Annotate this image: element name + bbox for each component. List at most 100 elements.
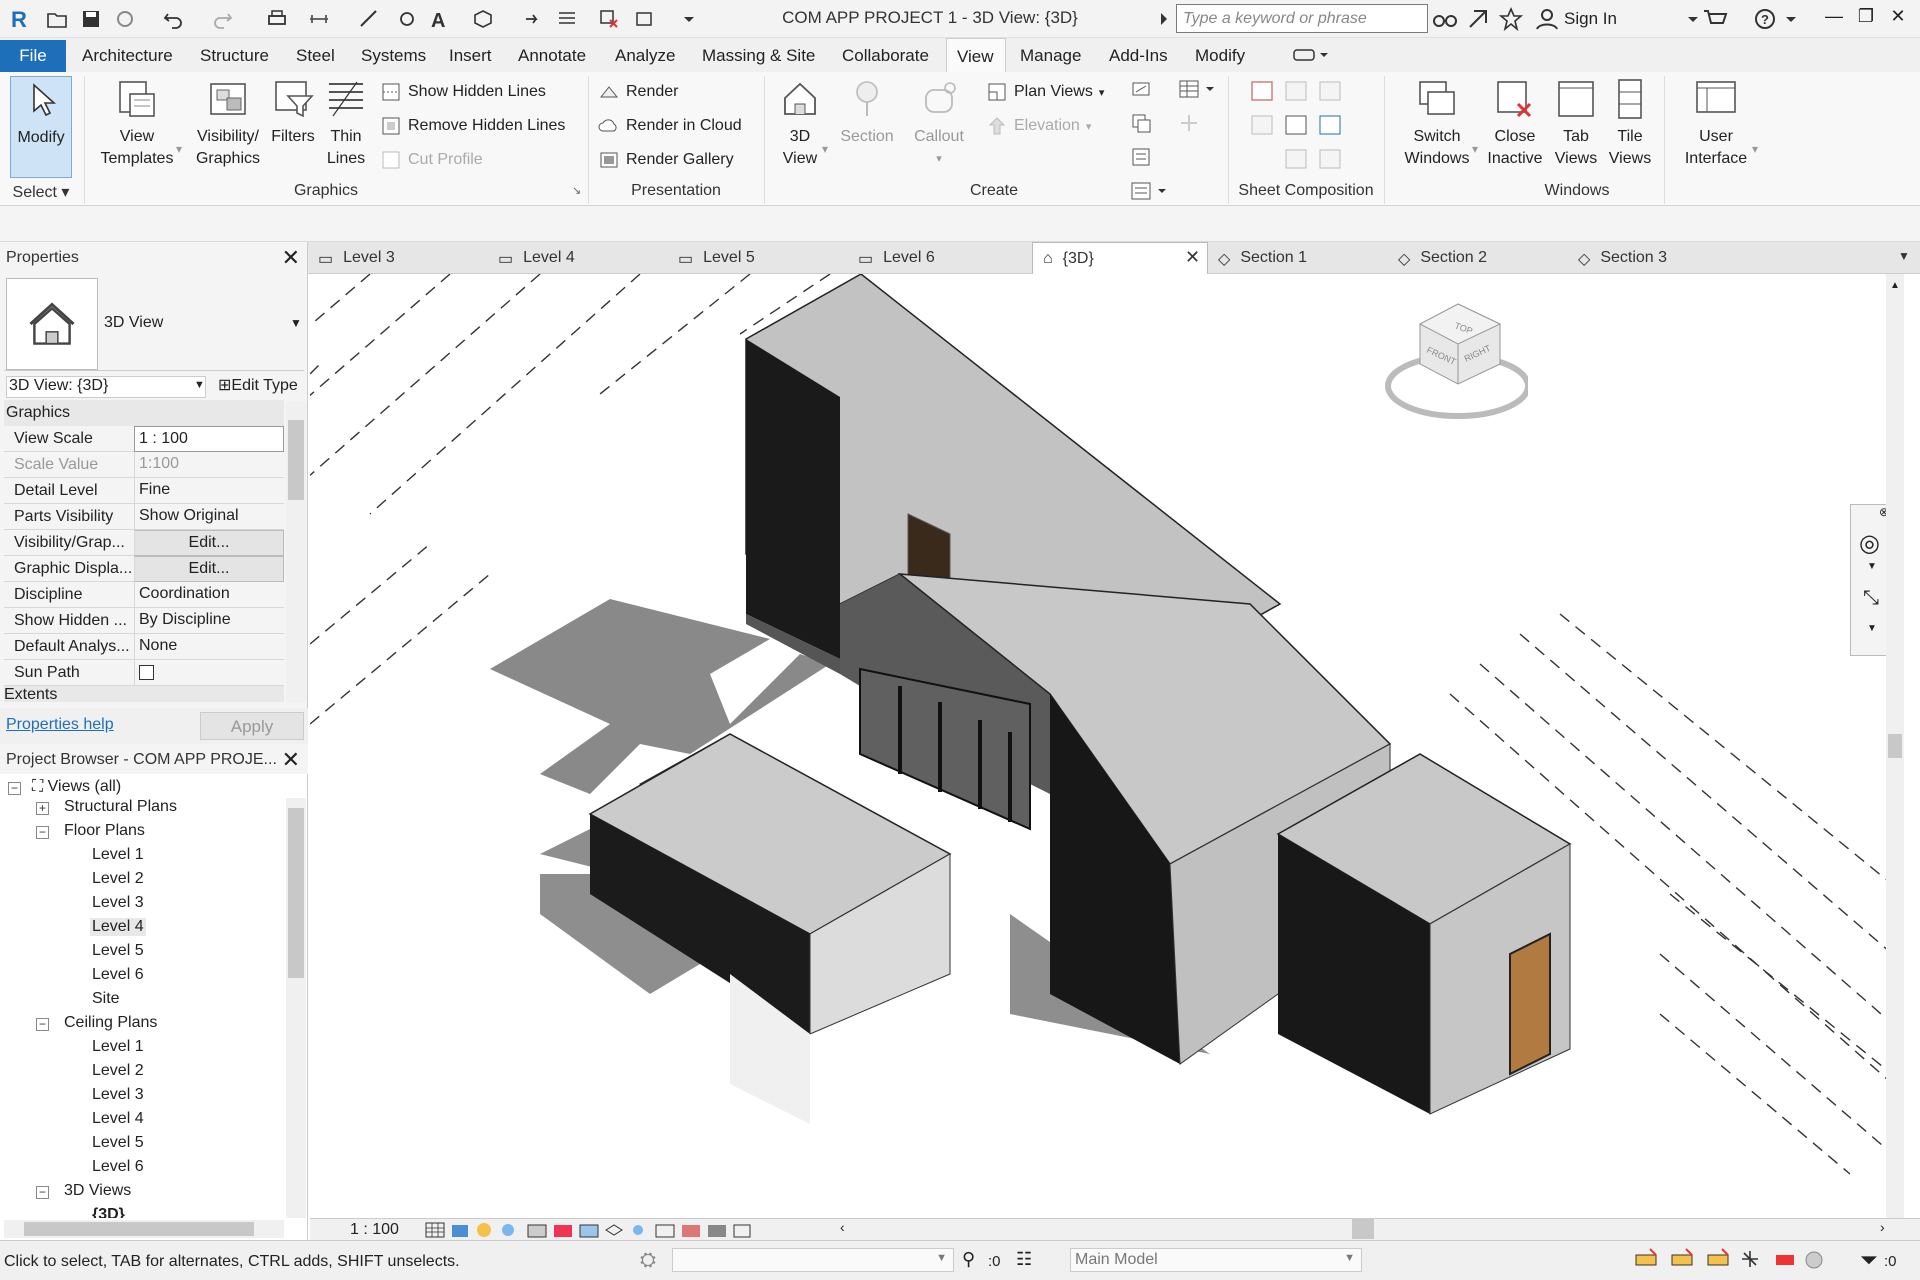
properties-scrollbar[interactable]: [286, 402, 306, 702]
tree-ceiling-level[interactable]: Level 4: [92, 1110, 144, 1128]
hscroll-thumb[interactable]: [1352, 1219, 1374, 1239]
expand-structural-icon[interactable]: +: [36, 802, 49, 815]
tree-views-all[interactable]: ⛶ Views (all): [32, 778, 121, 796]
close-window-icon[interactable]: ✕: [1884, 6, 1912, 32]
tree-ceiling-level[interactable]: Level 3: [92, 1086, 144, 1104]
type-selector[interactable]: 3D View: {3D} ▼ ⊞Edit Type: [4, 370, 304, 398]
legends-icon[interactable]: [1130, 146, 1154, 170]
cut-profile-button[interactable]: Cut Profile: [380, 146, 483, 174]
tree-ceiling-plans[interactable]: Ceiling Plans: [64, 1014, 157, 1032]
tab-systems[interactable]: Systems: [361, 38, 426, 72]
collapse-views-icon[interactable]: −: [8, 782, 21, 795]
binoculars-icon[interactable]: [1432, 7, 1458, 31]
tree-floor-level[interactable]: Level 4: [90, 918, 146, 936]
plan-region-icon[interactable]: [1178, 112, 1202, 136]
user-interface-button[interactable]: User Interface: [1672, 76, 1760, 170]
browser-scrollbar[interactable]: [286, 798, 306, 1218]
drafting-view-icon[interactable]: [1130, 78, 1154, 102]
design-options-icon[interactable]: ☷: [1016, 1249, 1032, 1270]
tab-architecture[interactable]: Architecture: [82, 38, 173, 72]
elevation-button[interactable]: Elevation ▾: [986, 112, 1091, 140]
favorites-star-icon[interactable]: [1498, 6, 1524, 32]
view-tab-level-6[interactable]: ▭ Level 6: [858, 242, 935, 274]
properties-help-link[interactable]: Properties help: [6, 716, 114, 734]
sign-in-link[interactable]: Sign In: [1564, 9, 1617, 29]
scroll-left-icon[interactable]: ‹: [840, 1219, 845, 1235]
help-dropdown-icon[interactable]: [1778, 7, 1804, 31]
tree-floor-plans[interactable]: Floor Plans: [64, 822, 145, 840]
view-templates-button[interactable]: View Templates: [96, 76, 178, 170]
3d-viewport[interactable]: TOP FRONT RIGHT ⊗ ◎ ▼ ⤡ ▼ ▲: [310, 274, 1904, 1218]
3d-view-dropdown-icon[interactable]: ▾: [822, 142, 828, 156]
thin-lines-button[interactable]: Thin Lines: [320, 76, 372, 170]
ribbon-display-toggle-icon[interactable]: [1292, 38, 1332, 72]
steering-wheel-icon[interactable]: ◎: [1859, 529, 1880, 558]
graphics-group-header[interactable]: Graphics: [4, 400, 284, 426]
view-tab-3d[interactable]: ⌂ {3D} ✕: [1032, 242, 1208, 274]
3d-view-button[interactable]: 3D View: [772, 76, 828, 170]
wheel-dropdown-icon[interactable]: ▼: [1867, 561, 1877, 572]
help-icon[interactable]: ?: [1752, 7, 1778, 31]
tree-structural-plans[interactable]: Structural Plans: [64, 798, 177, 816]
tree-floor-level[interactable]: Level 3: [92, 894, 144, 912]
filter-icon[interactable]: ⏷: [1860, 1247, 1878, 1273]
type-selector-dropdown-icon[interactable]: ▼: [194, 379, 205, 391]
visibility-graphics-button[interactable]: Visibility/ Graphics: [190, 76, 266, 170]
subscription-icon[interactable]: [1466, 7, 1492, 31]
tab-file[interactable]: File: [0, 40, 66, 72]
graphic-display-edit-button[interactable]: Edit...: [134, 556, 284, 582]
tab-views-button[interactable]: Tab Views: [1550, 76, 1602, 170]
tab-view[interactable]: View: [946, 38, 1006, 72]
zoom-dropdown-icon[interactable]: ▼: [1867, 623, 1877, 634]
canvas-scrollbar[interactable]: ▲: [1886, 274, 1904, 1218]
workset-selector[interactable]: ▼: [672, 1248, 954, 1272]
collapse-ceiling-icon[interactable]: −: [36, 1018, 49, 1031]
visibility-edit-button[interactable]: Edit...: [134, 530, 284, 556]
zoom-region-icon[interactable]: ⤡: [1863, 587, 1879, 610]
cart-icon[interactable]: [1702, 7, 1728, 31]
restore-icon[interactable]: ❐: [1852, 6, 1880, 32]
sun-path-checkbox[interactable]: [139, 665, 154, 680]
tree-ceiling-level[interactable]: Level 5: [92, 1134, 144, 1152]
editing-requests-icon[interactable]: ⚲: [962, 1249, 975, 1270]
modify-button[interactable]: Modify: [10, 76, 72, 178]
schedules-icon[interactable]: [1178, 78, 1218, 102]
tab-steel[interactable]: Steel: [296, 38, 335, 72]
view-tab-level-4[interactable]: ▭ Level 4: [498, 242, 575, 274]
view-control-icons[interactable]: [424, 1219, 754, 1241]
design-option-selector[interactable]: Main Model ▼: [1070, 1248, 1362, 1272]
tab-manage[interactable]: Manage: [1020, 38, 1081, 72]
user-interface-dropdown-icon[interactable]: ▾: [1752, 142, 1758, 156]
graphics-dialog-launcher-icon[interactable]: ↘: [572, 184, 581, 197]
filters-button[interactable]: Filters: [266, 76, 320, 148]
tree-ceiling-level[interactable]: Level 1: [92, 1038, 144, 1056]
edit-type-button[interactable]: ⊞Edit Type: [218, 375, 298, 395]
view-templates-dropdown-icon[interactable]: ▾: [176, 142, 182, 156]
tab-insert[interactable]: Insert: [449, 38, 492, 72]
viewcube[interactable]: TOP FRONT RIGHT: [1378, 284, 1531, 424]
tree-3d-views[interactable]: 3D Views: [64, 1182, 131, 1200]
callout-button[interactable]: Callout ▾: [904, 76, 974, 170]
worksets-icon[interactable]: ⛭: [640, 1249, 656, 1272]
tree-ceiling-level[interactable]: Level 2: [92, 1062, 144, 1080]
view-tab-section-1[interactable]: ◇ Section 1: [1218, 242, 1307, 274]
building-model[interactable]: [310, 274, 1904, 1218]
type-dropdown-icon[interactable]: ▼: [290, 316, 302, 330]
show-hidden-lines-button[interactable]: Show Hidden Lines: [380, 78, 546, 106]
search-input[interactable]: Type a keyword or phrase: [1176, 4, 1428, 33]
tab-add-ins[interactable]: Add-Ins: [1109, 38, 1168, 72]
select-dropdown[interactable]: Select ▾: [10, 182, 72, 202]
close-properties-icon[interactable]: ✕: [282, 245, 300, 271]
collapse-3d-icon[interactable]: −: [36, 1186, 49, 1199]
view-tab-section-2[interactable]: ◇ Section 2: [1398, 242, 1487, 274]
tab-analyze[interactable]: Analyze: [615, 38, 675, 72]
tree-floor-level[interactable]: Level 2: [92, 870, 144, 888]
tree-floor-site[interactable]: Site: [92, 990, 120, 1008]
tile-views-button[interactable]: Tile Views: [1604, 76, 1656, 170]
view-tab-level-3[interactable]: ▭ Level 3: [318, 242, 395, 274]
duplicate-view-icon[interactable]: [1130, 112, 1154, 136]
switch-windows-button[interactable]: Switch Windows: [1400, 76, 1474, 170]
section-button[interactable]: Section: [834, 76, 900, 148]
switch-windows-dropdown-icon[interactable]: ▾: [1472, 142, 1478, 156]
tree-floor-level[interactable]: Level 5: [92, 942, 144, 960]
